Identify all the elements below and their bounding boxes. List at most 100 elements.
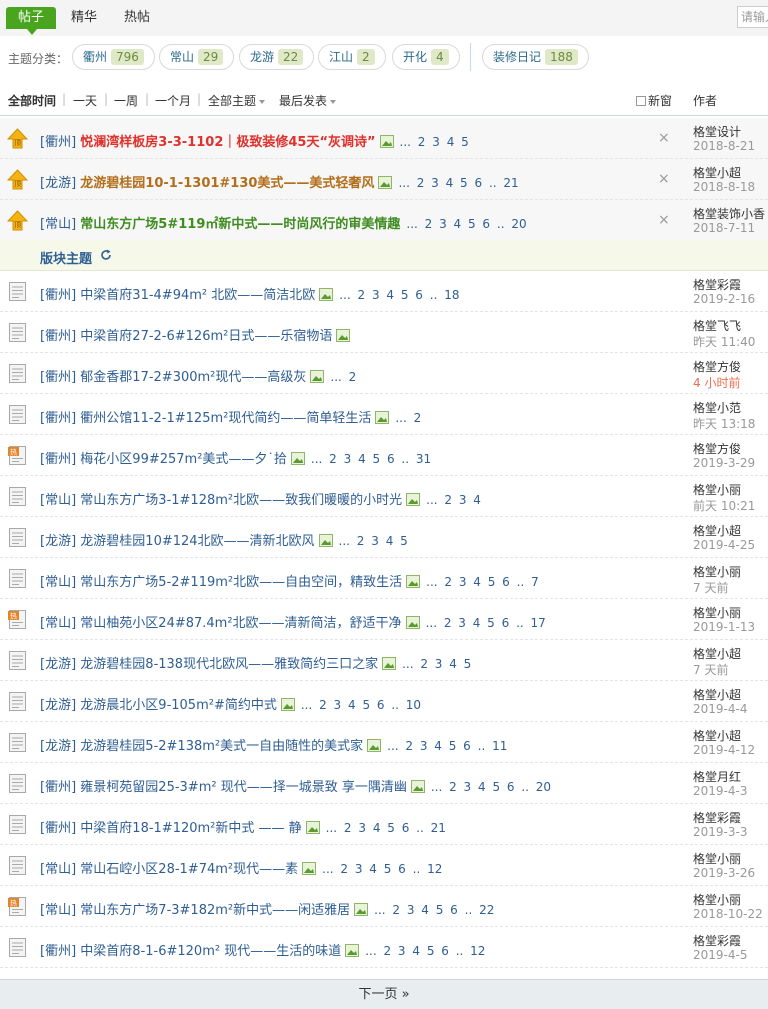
thread-row[interactable]: [常山] 常山东方广场3-1#128m²北欧——致我们暖暖的小时光 ... 2 3…	[0, 476, 768, 517]
thread-title-link[interactable]: 郁金香郡17-2#300m²现代——高级灰	[80, 370, 306, 385]
thread-category-tag[interactable]: [常山]	[40, 862, 76, 877]
thread-title-link[interactable]: 常山东方广场7-3#182m²新中式——闲适雅居	[80, 903, 350, 918]
thread-author[interactable]: 格堂方俊	[693, 440, 768, 457]
thread-row[interactable]: [龙游] 龙游碧桂园8-138现代北欧风——雅致简约三口之家 ... 2 3 4 …	[0, 640, 768, 681]
category-kaihua[interactable]: 开化 4	[392, 44, 460, 70]
thread-page-links[interactable]: ... 2 3 4 5	[400, 135, 469, 149]
thread-category-tag[interactable]: [常山]	[40, 616, 76, 631]
thread-page-links[interactable]: ... 2 3 4 5 6 .. 21	[326, 821, 446, 835]
thread-title-link[interactable]: 衢州公馆11-2-1#125m²现代简约——简单轻生活	[80, 411, 371, 426]
thread-row[interactable]: 热 [常山] 常山东方广场7-3#182m²新中式——闲适雅居 ... 2 3 4 …	[0, 886, 768, 927]
thread-author[interactable]: 格堂彩霞	[693, 276, 768, 293]
filter-one-week[interactable]: 一周	[114, 92, 138, 109]
category-jiangshan[interactable]: 江山 2	[318, 44, 386, 70]
thread-page-links[interactable]: ... 2 3 4 5	[339, 534, 408, 548]
thread-title-link[interactable]: 中梁首府31-4#94m² 北欧——简洁北欧	[80, 288, 315, 303]
tab-hot[interactable]: 热帖	[124, 7, 150, 29]
thread-page-links[interactable]: ... 2 3 4 5 6 .. 10	[301, 698, 421, 712]
filter-all-time[interactable]: 全部时间	[8, 92, 56, 109]
pinned-thread-row[interactable]: 顶 [龙游] 龙游碧桂园10-1-1301#130美式——美式轻奢风 ... 2 …	[0, 159, 768, 200]
category-decoration-diary[interactable]: 装修日记 188	[482, 44, 589, 70]
thread-row[interactable]: [衢州] 中梁首府31-4#94m² 北欧——简洁北欧 ... 2 3 4 5 6…	[0, 271, 768, 312]
thread-category-tag[interactable]: [衢州]	[40, 821, 76, 836]
filter-one-day[interactable]: 一天	[73, 92, 97, 109]
thread-category-tag[interactable]: [衢州]	[40, 329, 76, 344]
pinned-thread-row[interactable]: 顶 [衢州] 悦澜湾样板房3-3-1102｜极致装修45天“灰调诗” ... 2 …	[0, 118, 768, 159]
thread-title-link[interactable]: 龙游晨北小区9-105m²#简约中式	[80, 698, 277, 713]
thread-author[interactable]: 格堂小丽	[693, 563, 768, 580]
thread-author[interactable]: 格堂月红	[693, 768, 768, 785]
new-window-toggle[interactable]: 新窗	[636, 92, 672, 109]
thread-row[interactable]: [衢州] 中梁首府8-1-6#120m² 现代——生活的味道 ... 2 3 4 …	[0, 927, 768, 968]
thread-author[interactable]: 格堂彩霞	[693, 932, 768, 949]
filter-latest-post-dropdown[interactable]: 最后发表	[279, 92, 337, 109]
category-longyou[interactable]: 龙游 22	[239, 44, 315, 70]
thread-row[interactable]: [龙游] 龙游碧桂园5-2#138m²美式一自由随性的美式家 ... 2 3 4 …	[0, 722, 768, 763]
thread-author[interactable]: 格堂方俊	[693, 358, 768, 375]
next-page-button[interactable]: 下一页 »	[0, 979, 768, 1009]
thread-row[interactable]: 热 [衢州] 梅花小区99#257m²美式——夕˙拾 ... 2 3 4 5 6 .…	[0, 435, 768, 476]
thread-category-tag[interactable]: [常山]	[40, 493, 76, 508]
thread-author[interactable]: 格堂彩霞	[693, 809, 768, 826]
thread-title-link[interactable]: 中梁首府18-1#120m²新中式 —— 静	[80, 821, 301, 836]
thread-author[interactable]: 格堂小超	[693, 522, 768, 539]
thread-category-tag[interactable]: [衢州]	[40, 411, 76, 426]
thread-author[interactable]: 格堂小超	[693, 686, 768, 703]
thread-title-link[interactable]: 常山石崆小区28-1#74m²现代——素	[80, 862, 298, 877]
thread-page-links[interactable]: ... 2	[395, 411, 421, 425]
thread-page-links[interactable]: ... 2 3 4 5 6 .. 18	[339, 288, 459, 302]
thread-category-tag[interactable]: [龙游]	[40, 698, 76, 713]
close-icon[interactable]: ×	[658, 171, 670, 187]
thread-category-tag[interactable]: [衢州]	[40, 288, 76, 303]
thread-page-links[interactable]: ... 2 3 4 5 6 .. 17	[426, 616, 546, 630]
thread-page-links[interactable]: ... 2 3 4 5 6 .. 7	[426, 575, 539, 589]
thread-category-tag[interactable]: [龙游]	[40, 739, 76, 754]
checkbox-icon[interactable]	[636, 96, 646, 106]
thread-title-link[interactable]: 中梁首府27-2-6#126m²日式——乐宿物语	[80, 329, 332, 344]
thread-title-link[interactable]: 龙游碧桂园10#124北欧——清新北欧风	[80, 534, 314, 549]
thread-page-links[interactable]: ... 2 3 4 5 6 .. 31	[311, 452, 431, 466]
thread-author[interactable]: 格堂小超	[693, 727, 768, 744]
thread-title-link[interactable]: 龙游碧桂园8-138现代北欧风——雅致简约三口之家	[80, 657, 378, 672]
category-changshan[interactable]: 常山 29	[159, 44, 235, 70]
thread-row[interactable]: [衢州] 中梁首府27-2-6#126m²日式——乐宿物语 格堂飞飞 昨天 11:4…	[0, 312, 768, 353]
thread-title-link[interactable]: 龙游碧桂园10-1-1301#130美式——美式轻奢风	[80, 176, 374, 191]
thread-author[interactable]: 格堂设计	[693, 123, 768, 140]
thread-title-link[interactable]: 常山东方广场5-2#119m²北欧——自由空间，精致生活	[80, 575, 402, 590]
thread-category-tag[interactable]: [衢州]	[40, 452, 76, 467]
thread-title-link[interactable]: 梅花小区99#257m²美式——夕˙拾	[80, 452, 287, 467]
thread-row[interactable]: 热 [常山] 常山柚苑小区24#87.4m²北欧——清新简洁，舒适干净 ... 2 …	[0, 599, 768, 640]
thread-category-tag[interactable]: [衢州]	[40, 944, 76, 959]
refresh-icon[interactable]	[100, 249, 112, 261]
thread-category-tag[interactable]: [常山]	[40, 575, 76, 590]
thread-page-links[interactable]: ... 2 3 4 5	[402, 657, 471, 671]
thread-title-link[interactable]: 龙游碧桂园5-2#138m²美式一自由随性的美式家	[80, 739, 363, 754]
close-icon[interactable]: ×	[658, 212, 670, 228]
thread-row[interactable]: [常山] 常山东方广场5-2#119m²北欧——自由空间，精致生活 ... 2 3…	[0, 558, 768, 599]
thread-row[interactable]: [常山] 常山石崆小区28-1#74m²现代——素 ... 2 3 4 5 6 .…	[0, 845, 768, 886]
thread-category-tag[interactable]: [常山]	[40, 217, 76, 232]
thread-page-links[interactable]: ... 2 3 4 5 6 .. 11	[387, 739, 507, 753]
thread-page-links[interactable]: ... 2	[330, 370, 356, 384]
thread-author[interactable]: 格堂装饰小香	[693, 205, 768, 222]
thread-author[interactable]: 格堂小丽	[693, 850, 768, 867]
thread-page-links[interactable]: ... 2 3 4	[426, 493, 481, 507]
thread-category-tag[interactable]: [常山]	[40, 903, 76, 918]
thread-category-tag[interactable]: [龙游]	[40, 176, 76, 191]
thread-author[interactable]: 格堂小超	[693, 645, 768, 662]
thread-page-links[interactable]: ... 2 3 4 5 6 .. 12	[322, 862, 442, 876]
thread-category-tag[interactable]: [龙游]	[40, 534, 76, 549]
thread-author[interactable]: 格堂小丽	[693, 891, 768, 908]
thread-category-tag[interactable]: [衢州]	[40, 780, 76, 795]
thread-title-link[interactable]: 雍景柯苑留园25-3#m² 现代——择一城景致 享一隅清幽	[80, 780, 407, 795]
thread-title-link[interactable]: 中梁首府8-1-6#120m² 现代——生活的味道	[80, 944, 341, 959]
thread-page-links[interactable]: ... 2 3 4 5 6 .. 21	[398, 176, 518, 190]
thread-author[interactable]: 格堂小丽	[693, 481, 768, 498]
pinned-thread-row[interactable]: 顶 [常山] 常山东方广场5#119㎡新中式——时尚风行的审美情趣 ... 2 3…	[0, 200, 768, 241]
category-quzhou[interactable]: 衢州 796	[72, 44, 155, 70]
thread-title-link[interactable]: 悦澜湾样板房3-3-1102｜极致装修45天“灰调诗”	[80, 135, 375, 150]
thread-page-links[interactable]: ... 2 3 4 5 6 .. 22	[374, 903, 494, 917]
thread-author[interactable]: 格堂飞飞	[693, 317, 768, 334]
thread-title-link[interactable]: 常山东方广场5#119㎡新中式——时尚风行的审美情趣	[80, 217, 400, 232]
thread-row[interactable]: [龙游] 龙游晨北小区9-105m²#简约中式 ... 2 3 4 5 6 .. …	[0, 681, 768, 722]
